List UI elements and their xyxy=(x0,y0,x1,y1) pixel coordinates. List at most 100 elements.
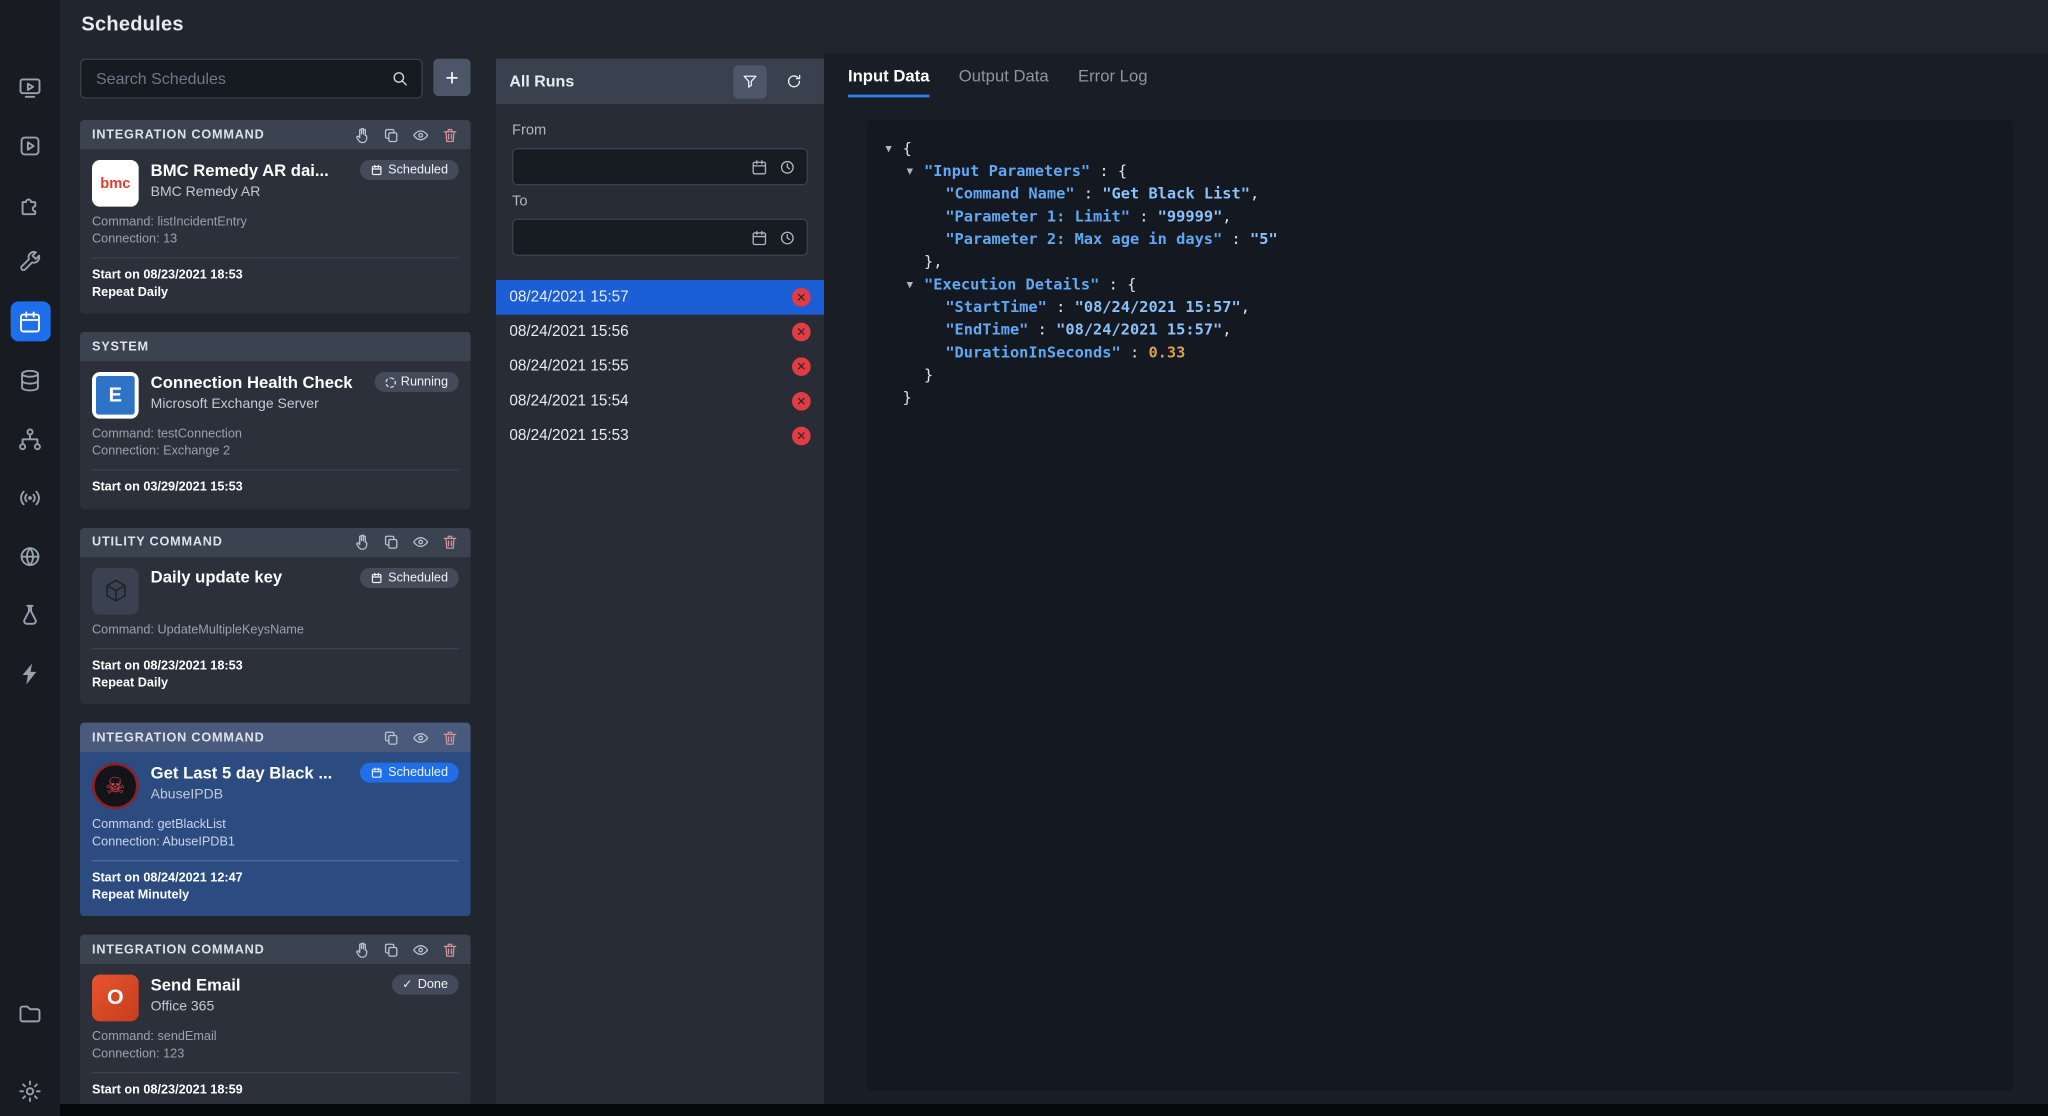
json-line: "Parameter 2: Max age in days" : "5" xyxy=(885,228,1994,251)
schedule-group-header: SYSTEM xyxy=(80,332,471,361)
schedules-calendar-icon[interactable] xyxy=(10,301,50,341)
divider xyxy=(92,860,459,861)
group-title: INTEGRATION COMMAND xyxy=(92,942,265,957)
from-date-input[interactable] xyxy=(524,157,740,176)
delete-run-button[interactable]: ✕ xyxy=(792,427,811,446)
to-date-input[interactable] xyxy=(524,228,740,247)
schedule-card[interactable]: Daily update key Scheduled Command: Upda… xyxy=(80,557,471,704)
status-badge: Running xyxy=(374,372,459,392)
json-line: "StartTime" : "08/24/2021 15:57", xyxy=(885,296,1994,319)
schedule-meta: Command: listIncidentEntry Connection: 1… xyxy=(92,215,459,248)
run-row[interactable]: 08/24/2021 15:55 ✕ xyxy=(496,349,824,384)
runs-title: All Runs xyxy=(509,72,722,91)
pause-hand-icon[interactable] xyxy=(353,126,370,143)
trash-icon[interactable] xyxy=(441,729,458,746)
run-row[interactable]: 08/24/2021 15:57 ✕ xyxy=(496,280,824,315)
pause-hand-icon[interactable] xyxy=(353,941,370,958)
runs-list: 08/24/2021 15:57 ✕ 08/24/2021 15:56 ✕ 08… xyxy=(496,280,824,453)
exchange-logo: E xyxy=(92,372,139,419)
schedule-timing: Start on 08/23/2021 18:53 Repeat Daily xyxy=(92,659,459,692)
filter-button[interactable] xyxy=(733,65,766,98)
schedule-group-header: INTEGRATION COMMAND xyxy=(80,723,471,752)
tab-input-data[interactable]: Input Data xyxy=(848,67,929,98)
workflow-icon[interactable] xyxy=(10,419,50,459)
collapse-caret-icon[interactable]: ▼ xyxy=(907,160,924,183)
schedule-title: Connection Health Check xyxy=(151,373,366,392)
runs-header: All Runs xyxy=(496,59,824,104)
integrations-puzzle-icon[interactable] xyxy=(10,184,50,224)
filter-icon xyxy=(741,72,758,91)
schedule-timing: Start on 08/24/2021 12:47 Repeat Minutel… xyxy=(92,871,459,904)
copy-icon[interactable] xyxy=(383,126,400,143)
run-row[interactable]: 08/24/2021 15:56 ✕ xyxy=(496,315,824,350)
tab-output-data[interactable]: Output Data xyxy=(959,67,1049,98)
flask-icon[interactable] xyxy=(10,595,50,635)
eye-icon[interactable] xyxy=(412,941,429,958)
clock-icon[interactable] xyxy=(779,229,796,246)
group-title: SYSTEM xyxy=(92,339,149,354)
run-row[interactable]: 08/24/2021 15:54 ✕ xyxy=(496,384,824,419)
collapse-caret-icon[interactable]: ▼ xyxy=(907,273,924,296)
delete-run-button[interactable]: ✕ xyxy=(792,323,811,342)
schedule-group-header: INTEGRATION COMMAND xyxy=(80,120,471,149)
video-schedule-icon[interactable] xyxy=(10,67,50,107)
main-area: Schedules + INTEGRATION COMMAND xyxy=(60,0,2048,1116)
eye-icon[interactable] xyxy=(412,729,429,746)
trash-icon[interactable] xyxy=(441,941,458,958)
schedule-timing: Start on 08/23/2021 18:59 xyxy=(92,1083,459,1100)
schedule-card[interactable]: bmc BMC Remedy AR dai... Scheduled BMC R… xyxy=(80,149,471,313)
collapse-caret-icon[interactable]: ▼ xyxy=(885,137,902,160)
schedule-card[interactable]: O Send Email ✓ Done Office 365 xyxy=(80,964,471,1104)
copy-icon[interactable] xyxy=(383,533,400,550)
group-title: UTILITY COMMAND xyxy=(92,535,223,550)
search-input[interactable] xyxy=(93,68,390,89)
tools-wrench-icon[interactable] xyxy=(10,243,50,283)
schedule-title: Daily update key xyxy=(151,568,352,587)
add-schedule-button[interactable]: + xyxy=(433,59,470,96)
copy-icon[interactable] xyxy=(383,729,400,746)
run-row[interactable]: 08/24/2021 15:53 ✕ xyxy=(496,419,824,454)
refresh-button[interactable] xyxy=(777,65,810,98)
playbook-icon[interactable] xyxy=(10,125,50,165)
json-viewer: ▼{ ▼"Input Parameters" : { "Command Name… xyxy=(867,120,2014,1091)
delete-run-button[interactable]: ✕ xyxy=(792,357,811,376)
broadcast-icon[interactable] xyxy=(10,477,50,517)
clock-icon[interactable] xyxy=(779,158,796,175)
settings-gear-icon[interactable] xyxy=(10,1071,50,1111)
status-badge: Scheduled xyxy=(360,567,459,587)
json-line: "Parameter 1: Limit" : "99999", xyxy=(885,205,1994,228)
office365-logo: O xyxy=(92,975,139,1022)
database-icon[interactable] xyxy=(10,360,50,400)
schedule-meta: Command: UpdateMultipleKeysName xyxy=(92,622,459,639)
calendar-icon[interactable] xyxy=(751,158,768,175)
runs-filters: From To xyxy=(496,104,824,256)
bolt-icon[interactable] xyxy=(10,653,50,693)
calendar-icon[interactable] xyxy=(751,229,768,246)
schedule-card[interactable]: E Connection Health Check Running Micros… xyxy=(80,361,471,508)
search-box xyxy=(80,59,423,99)
copy-icon[interactable] xyxy=(383,941,400,958)
from-label: From xyxy=(512,123,808,139)
delete-run-button[interactable]: ✕ xyxy=(792,392,811,411)
bmc-logo: bmc xyxy=(92,160,139,207)
details-tabs: Input Data Output Data Error Log xyxy=(824,53,2048,97)
globe-icon[interactable] xyxy=(10,536,50,576)
trash-icon[interactable] xyxy=(441,126,458,143)
schedule-group-selected: INTEGRATION COMMAND ☠ Get Last 5 day Bla… xyxy=(80,723,471,916)
status-badge: ✓ Done xyxy=(392,975,459,995)
json-line: } xyxy=(885,387,1994,410)
schedule-card[interactable]: ☠ Get Last 5 day Black ... Scheduled Abu… xyxy=(80,752,471,916)
schedule-group-header: UTILITY COMMAND xyxy=(80,527,471,556)
pause-hand-icon[interactable] xyxy=(353,533,370,550)
search-icon[interactable] xyxy=(391,69,410,88)
trash-icon[interactable] xyxy=(441,533,458,550)
schedule-meta: Command: getBlackList Connection: AbuseI… xyxy=(92,817,459,850)
json-line: ▼{ xyxy=(885,137,1994,160)
eye-icon[interactable] xyxy=(412,126,429,143)
eye-icon[interactable] xyxy=(412,533,429,550)
delete-run-button[interactable]: ✕ xyxy=(792,288,811,307)
calendar-icon xyxy=(371,571,383,583)
folder-icon[interactable] xyxy=(10,993,50,1033)
json-line: }, xyxy=(885,251,1994,274)
tab-error-log[interactable]: Error Log xyxy=(1078,67,1147,98)
